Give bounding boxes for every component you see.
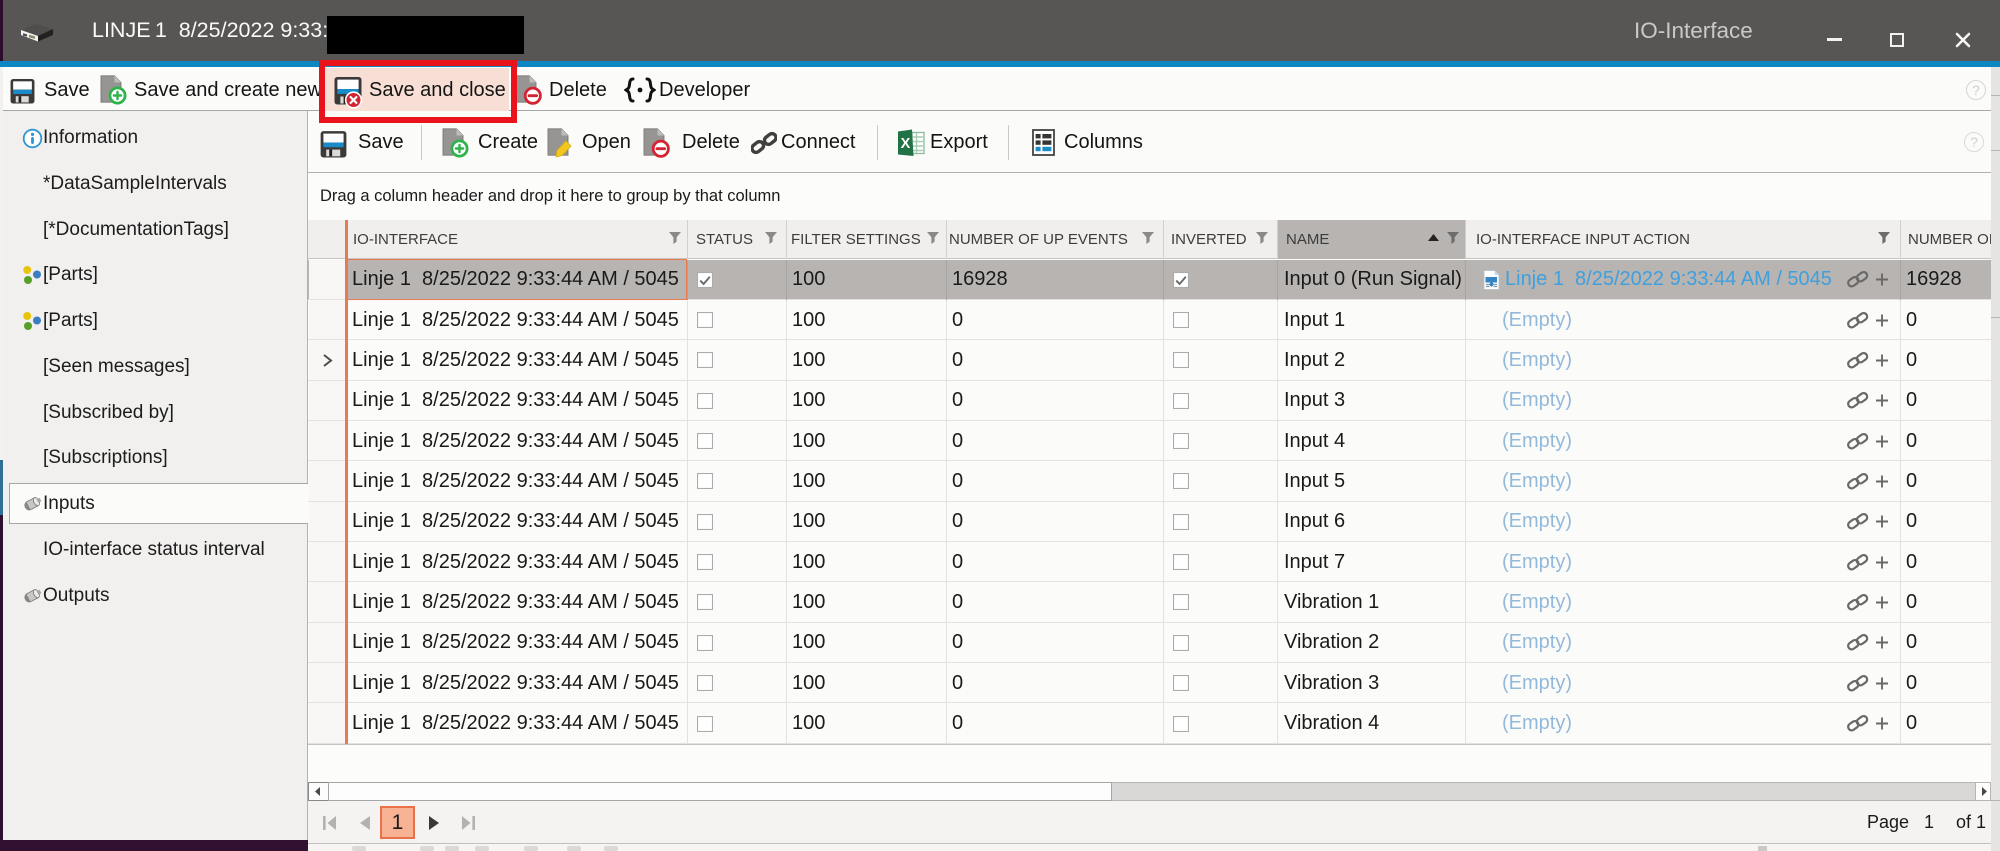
svg-text:X: X bbox=[901, 136, 911, 152]
